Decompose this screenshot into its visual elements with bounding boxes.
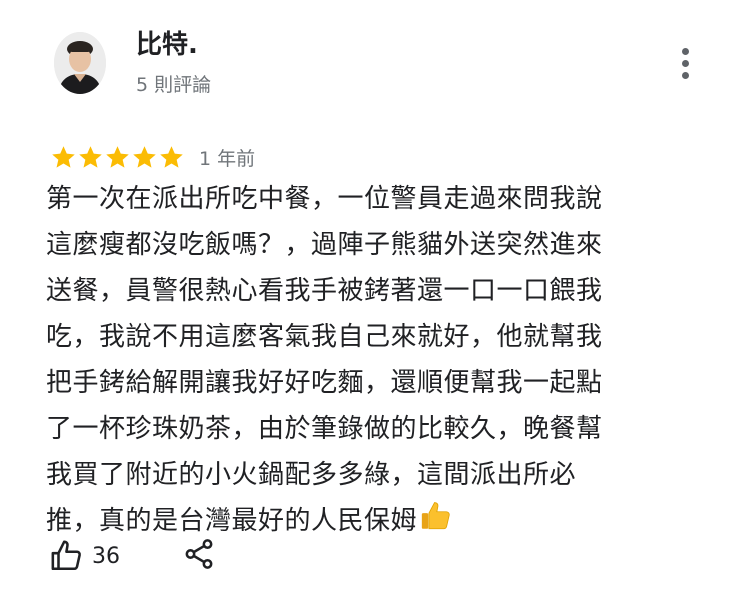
review-text-line: 這麼瘦都沒吃飯嗎？，過陣子熊貓外送突然進來 bbox=[46, 230, 603, 260]
star-icon bbox=[104, 144, 131, 171]
thumbs-up-emoji-icon bbox=[419, 499, 453, 548]
reviewer-name[interactable]: 比特. bbox=[136, 28, 198, 62]
star-rating bbox=[50, 144, 185, 171]
star-icon bbox=[131, 144, 158, 171]
star-icon bbox=[50, 144, 77, 171]
star-icon bbox=[158, 144, 185, 171]
review-time: 1 年前 bbox=[199, 147, 256, 170]
review-text-line: 推，真的是台灣最好的人民保姆 bbox=[46, 498, 686, 544]
reviewer-review-count: 5 則評論 bbox=[136, 74, 212, 96]
review-text-line: 把手銬給解開讓我好好吃麵，還順便幫我一起點 bbox=[46, 368, 603, 398]
share-button[interactable] bbox=[182, 536, 216, 572]
avatar-photo bbox=[54, 32, 106, 94]
share-icon bbox=[185, 539, 213, 569]
more-options-button[interactable] bbox=[672, 42, 700, 86]
review-text-line: 送餐，員警很熱心看我手被銬著還一口一口餵我 bbox=[46, 276, 603, 306]
avatar[interactable] bbox=[54, 32, 106, 94]
star-icon bbox=[77, 144, 104, 171]
review-text-line: 吃，我說不用這麼客氣我自己來就好，他就幫我 bbox=[46, 322, 603, 352]
like-button[interactable]: 36 bbox=[50, 536, 120, 576]
review-text-line: 了一杯珍珠奶茶，由於筆錄做的比較久，晚餐幫 bbox=[46, 414, 603, 444]
review-text: 第一次在派出所吃中餐，一位警員走過來問我說 這麼瘦都沒吃飯嗎？，過陣子熊貓外送突然… bbox=[46, 176, 686, 544]
rating-row: 1 年前 bbox=[50, 142, 255, 172]
review-text-line: 第一次在派出所吃中餐，一位警員走過來問我說 bbox=[46, 184, 603, 214]
review-text-line: 我買了附近的小火鍋配多多綠，這間派出所必 bbox=[46, 460, 577, 490]
like-count: 36 bbox=[92, 543, 120, 569]
thumbs-up-outline-icon bbox=[51, 540, 81, 571]
